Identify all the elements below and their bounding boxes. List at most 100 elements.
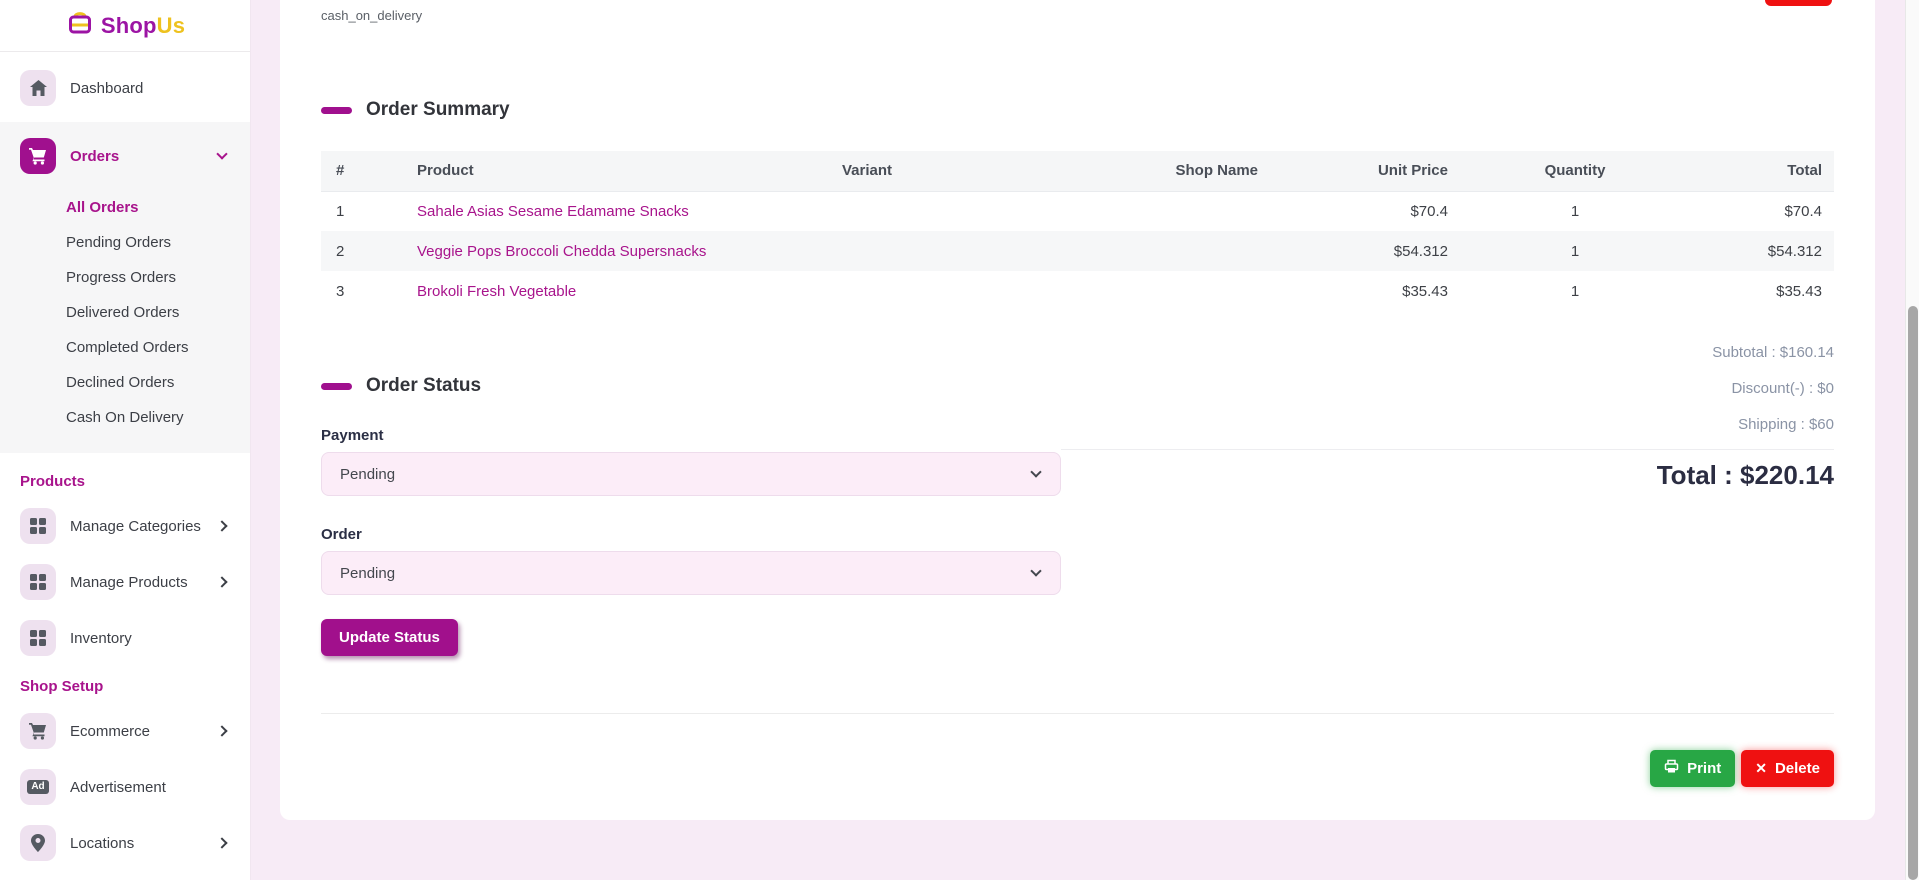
column-header-variant: Variant [830,151,1100,191]
cart-icon [20,138,56,174]
sidebar-item-dashboard[interactable]: Dashboard [20,68,234,108]
table-row: 1 Sahale Asias Sesame Edamame Snacks $70… [321,191,1834,231]
sidebar-subitem-declined-orders[interactable]: Declined Orders [0,365,250,400]
scrollbar-thumb[interactable] [1908,306,1918,880]
brand-logo[interactable]: ShopUs [0,0,250,52]
table-row: 2 Veggie Pops Broccoli Chedda Supersnack… [321,231,1834,271]
delete-button[interactable]: ✕ Delete [1741,750,1834,787]
sidebar-item-label: Dashboard [70,80,143,97]
sidebar-section-products: Products [20,473,250,490]
shop-name-cell [1100,271,1270,311]
delete-button-label: Delete [1775,760,1820,777]
sidebar-item-advertisement[interactable]: Ad Advertisement [20,767,234,807]
sidebar-subitem-cash-on-delivery[interactable]: Cash On Delivery [0,400,250,435]
chevron-right-icon [216,520,227,531]
actions-divider [321,713,1834,714]
page-scrollbar[interactable] [1905,0,1919,880]
chevron-down-icon [1030,565,1041,576]
chevron-right-icon [216,725,227,736]
x-icon: ✕ [1755,760,1767,777]
grid-icon [20,564,56,600]
quantity-cell: 1 [1460,231,1690,271]
location-pin-icon [20,825,56,861]
order-summary-heading: Order Summary [321,99,1834,121]
chevron-down-icon [1030,466,1041,477]
section-title: Order Status [366,375,481,397]
product-link[interactable]: Sahale Asias Sesame Edamame Snacks [417,203,689,220]
row-number: 1 [321,191,405,231]
discount-text: Discount(-) : $0 [1061,371,1834,407]
sidebar-item-locations[interactable]: Locations [20,823,234,863]
subtotal-text: Subtotal : $160.14 [1061,335,1834,371]
sidebar-subitem-delivered-orders[interactable]: Delivered Orders [0,295,250,330]
payment-method-text: cash_on_delivery [321,8,1834,23]
shop-name-cell [1100,191,1270,231]
clipped-delete-button[interactable] [1765,0,1832,6]
column-header-total: Total [1690,151,1834,191]
sidebar-item-orders[interactable]: Orders [20,136,234,176]
sidebar-section-shop-setup: Shop Setup [20,678,250,695]
quantity-cell: 1 [1460,271,1690,311]
order-status-value: Pending [340,565,395,582]
column-header-unit-price: Unit Price [1270,151,1460,191]
column-header-quantity: Quantity [1460,151,1690,191]
unit-price-cell: $35.43 [1270,271,1460,311]
update-status-button[interactable]: Update Status [321,619,458,656]
table-row: 3 Brokoli Fresh Vegetable $35.43 1 $35.4… [321,271,1834,311]
sidebar: ShopUs Dashboard Orders All Orders Pendi… [0,0,251,880]
sidebar-subitem-completed-orders[interactable]: Completed Orders [0,330,250,365]
orders-menu-group: Orders All Orders Pending Orders Progres… [0,122,250,453]
totals-section: Subtotal : $160.14 Discount(-) : $0 Ship… [1061,335,1834,656]
orders-submenu: All Orders Pending Orders Progress Order… [0,190,250,435]
payment-status-select[interactable]: Pending [321,452,1061,496]
sidebar-item-label: Orders [70,148,119,165]
brand-name: ShopUs [101,13,185,39]
order-status-heading: Order Status [321,375,1061,397]
column-header-shop-name: Shop Name [1100,151,1270,191]
chevron-down-icon [216,148,227,159]
variant-cell [830,271,1100,311]
print-button[interactable]: Print [1650,750,1735,787]
heading-accent-pill [321,107,352,114]
sidebar-item-label: Manage Products [70,574,188,591]
order-detail-card: cash_on_delivery Order Summary # Product… [280,0,1875,820]
printer-icon [1664,759,1679,778]
product-link[interactable]: Brokoli Fresh Vegetable [417,283,576,300]
table-header: # Product Variant Shop Name Unit Price Q… [321,151,1834,191]
totals-divider [1061,449,1834,450]
sidebar-item-ecommerce[interactable]: Ecommerce [20,711,234,751]
sidebar-item-label: Locations [70,835,134,852]
row-number: 3 [321,271,405,311]
sidebar-item-label: Advertisement [70,779,166,796]
sidebar-subitem-pending-orders[interactable]: Pending Orders [0,225,250,260]
sidebar-item-label: Manage Categories [70,518,201,535]
chevron-right-icon [216,576,227,587]
grand-total-text: Total : $220.14 [1061,460,1834,491]
shop-name-cell [1100,231,1270,271]
sidebar-subitem-all-orders[interactable]: All Orders [0,190,250,225]
total-cell: $35.43 [1690,271,1834,311]
grid-icon [20,620,56,656]
product-link[interactable]: Veggie Pops Broccoli Chedda Supersnacks [417,243,706,260]
column-header-num: # [321,151,405,191]
payment-status-label: Payment [321,427,1061,444]
total-cell: $70.4 [1690,191,1834,231]
sidebar-subitem-progress-orders[interactable]: Progress Orders [0,260,250,295]
variant-cell [830,231,1100,271]
shipping-text: Shipping : $60 [1061,407,1834,443]
sidebar-item-manage-categories[interactable]: Manage Categories [20,506,234,546]
home-icon [20,70,56,106]
quantity-cell: 1 [1460,191,1690,231]
grid-icon [20,508,56,544]
chevron-right-icon [216,837,227,848]
print-button-label: Print [1687,760,1721,777]
shopping-bag-logo-icon [65,8,95,43]
page-title: Order Summary [366,99,510,121]
cart-icon [20,713,56,749]
order-status-select[interactable]: Pending [321,551,1061,595]
order-status-label: Order [321,526,1061,543]
sidebar-item-manage-products[interactable]: Manage Products [20,562,234,602]
sidebar-item-inventory[interactable]: Inventory [20,618,234,658]
unit-price-cell: $70.4 [1270,191,1460,231]
order-summary-table: # Product Variant Shop Name Unit Price Q… [321,151,1834,311]
